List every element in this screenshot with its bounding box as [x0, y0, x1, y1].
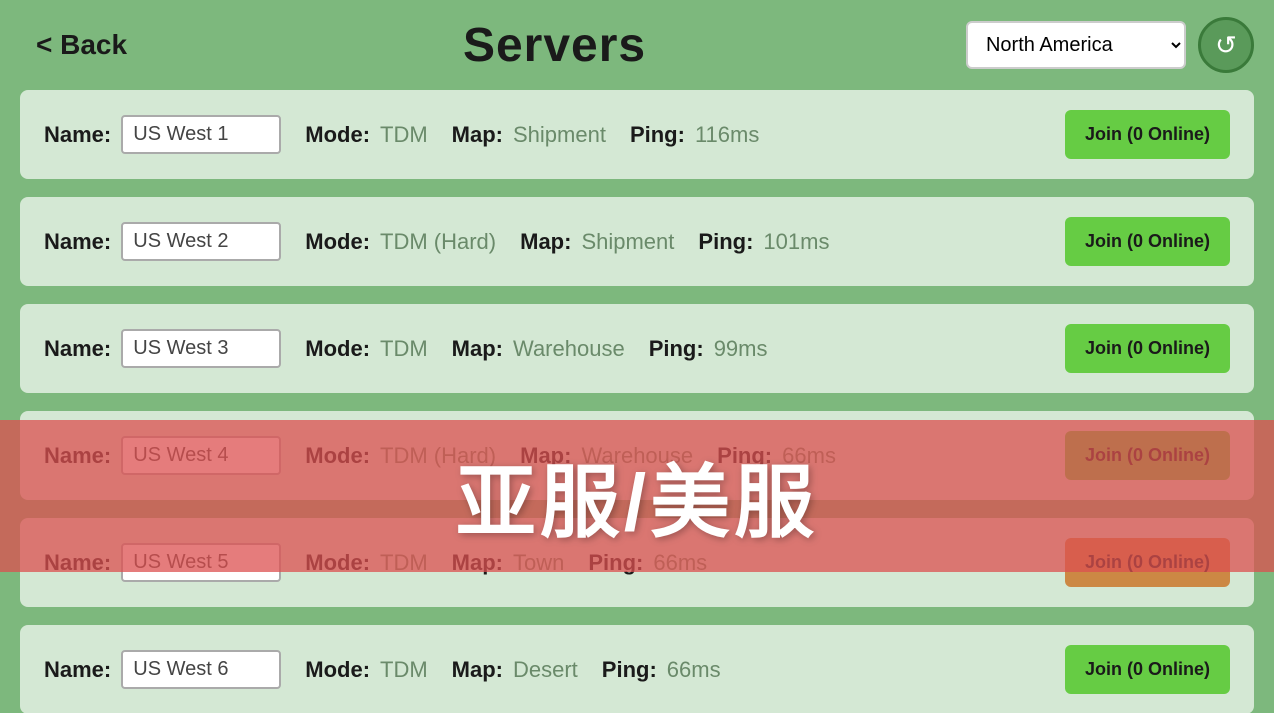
mode-value: TDM	[380, 122, 428, 148]
map-group: Map: Town	[452, 550, 565, 576]
name-group: Name:	[44, 650, 281, 689]
table-row: Name: Mode: TDM Map: Shipment Ping: 116m…	[20, 90, 1254, 179]
ping-group: Ping: 66ms	[717, 443, 836, 469]
page-title: Servers	[463, 18, 646, 73]
mode-value: TDM	[380, 657, 428, 683]
name-label: Name:	[44, 122, 111, 148]
mode-value: TDM (Hard)	[380, 443, 496, 469]
join-button[interactable]: Join (0 Online)	[1065, 645, 1230, 694]
ping-group: Ping: 101ms	[698, 229, 829, 255]
name-group: Name:	[44, 436, 281, 475]
name-group: Name:	[44, 543, 281, 582]
ping-value: 99ms	[714, 336, 768, 362]
ping-label: Ping:	[649, 336, 704, 362]
server-list: Name: Mode: TDM Map: Shipment Ping: 116m…	[0, 90, 1274, 713]
name-label: Name:	[44, 229, 111, 255]
header-right: North AmericaEuropeAsiaSouth America ↺	[966, 17, 1254, 73]
map-label: Map:	[452, 657, 503, 683]
map-group: Map: Shipment	[452, 122, 606, 148]
mode-label: Mode:	[305, 122, 370, 148]
ping-group: Ping: 66ms	[602, 657, 721, 683]
join-button[interactable]: Join (0 Online)	[1065, 110, 1230, 159]
map-value: Town	[513, 550, 564, 576]
header: < Back Servers North AmericaEuropeAsiaSo…	[0, 0, 1274, 90]
ping-label: Ping:	[630, 122, 685, 148]
map-group: Map: Warehouse	[452, 336, 625, 362]
name-group: Name:	[44, 115, 281, 154]
join-button[interactable]: Join (0 Online)	[1065, 538, 1230, 587]
map-label: Map:	[520, 443, 571, 469]
map-group: Map: Shipment	[520, 229, 674, 255]
mode-group: Mode: TDM	[305, 550, 427, 576]
ping-value: 66ms	[667, 657, 721, 683]
ping-value: 101ms	[763, 229, 829, 255]
join-button[interactable]: Join (0 Online)	[1065, 324, 1230, 373]
mode-group: Mode: TDM (Hard)	[305, 443, 496, 469]
mode-group: Mode: TDM	[305, 336, 427, 362]
mode-label: Mode:	[305, 229, 370, 255]
ping-label: Ping:	[717, 443, 772, 469]
ping-label: Ping:	[698, 229, 753, 255]
map-group: Map: Desert	[452, 657, 578, 683]
join-button[interactable]: Join (0 Online)	[1065, 217, 1230, 266]
map-value: Warehouse	[513, 336, 625, 362]
map-value: Shipment	[581, 229, 674, 255]
name-label: Name:	[44, 550, 111, 576]
server-name-input[interactable]	[121, 222, 281, 261]
name-label: Name:	[44, 657, 111, 683]
mode-label: Mode:	[305, 657, 370, 683]
map-group: Map: Warehouse	[520, 443, 693, 469]
server-name-input[interactable]	[121, 436, 281, 475]
map-value: Desert	[513, 657, 578, 683]
server-name-input[interactable]	[121, 329, 281, 368]
mode-group: Mode: TDM	[305, 657, 427, 683]
ping-value: 66ms	[653, 550, 707, 576]
map-value: Warehouse	[581, 443, 693, 469]
table-row: Name: Mode: TDM Map: Desert Ping: 66ms J…	[20, 625, 1254, 713]
mode-value: TDM	[380, 336, 428, 362]
mode-label: Mode:	[305, 336, 370, 362]
ping-label: Ping:	[588, 550, 643, 576]
table-row: Name: Mode: TDM Map: Town Ping: 66ms Joi…	[20, 518, 1254, 607]
ping-label: Ping:	[602, 657, 657, 683]
mode-label: Mode:	[305, 443, 370, 469]
mode-value: TDM (Hard)	[380, 229, 496, 255]
map-label: Map:	[452, 550, 503, 576]
map-label: Map:	[520, 229, 571, 255]
server-name-input[interactable]	[121, 543, 281, 582]
ping-group: Ping: 99ms	[649, 336, 768, 362]
ping-value: 66ms	[782, 443, 836, 469]
map-value: Shipment	[513, 122, 606, 148]
server-name-input[interactable]	[121, 115, 281, 154]
region-select[interactable]: North AmericaEuropeAsiaSouth America	[966, 21, 1186, 69]
name-group: Name:	[44, 222, 281, 261]
ping-group: Ping: 116ms	[630, 122, 759, 148]
table-row: Name: Mode: TDM Map: Warehouse Ping: 99m…	[20, 304, 1254, 393]
table-row: Name: Mode: TDM (Hard) Map: Shipment Pin…	[20, 197, 1254, 286]
ping-value: 116ms	[695, 122, 759, 148]
table-row: Name: Mode: TDM (Hard) Map: Warehouse Pi…	[20, 411, 1254, 500]
back-button[interactable]: < Back	[20, 21, 143, 69]
name-label: Name:	[44, 336, 111, 362]
map-label: Map:	[452, 122, 503, 148]
mode-group: Mode: TDM	[305, 122, 427, 148]
mode-group: Mode: TDM (Hard)	[305, 229, 496, 255]
mode-value: TDM	[380, 550, 428, 576]
name-group: Name:	[44, 329, 281, 368]
map-label: Map:	[452, 336, 503, 362]
refresh-button[interactable]: ↺	[1198, 17, 1254, 73]
mode-label: Mode:	[305, 550, 370, 576]
join-button[interactable]: Join (0 Online)	[1065, 431, 1230, 480]
ping-group: Ping: 66ms	[588, 550, 707, 576]
name-label: Name:	[44, 443, 111, 469]
server-name-input[interactable]	[121, 650, 281, 689]
